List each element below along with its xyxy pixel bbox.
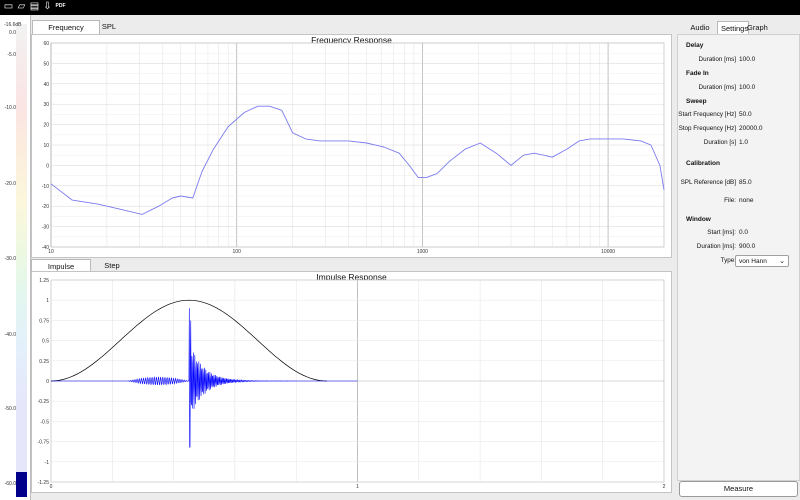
y-tick-label: 1.25 bbox=[39, 278, 49, 284]
window-start-value[interactable]: 0.0 bbox=[739, 229, 748, 236]
sweep-section-title: Sweep bbox=[686, 98, 707, 105]
start-frequency-label: Start Frequency [Hz] bbox=[678, 111, 736, 118]
impulse-response-chart: 1.2510.750.50.250-0.25-0.5-0.75-1-1.250 1… bbox=[38, 278, 666, 490]
y-tick-label: -10 bbox=[42, 184, 49, 190]
x-tick-label: 10 bbox=[48, 249, 54, 255]
y-tick-label: 0.5 bbox=[42, 339, 49, 345]
y-tick-label: 1 bbox=[46, 298, 49, 304]
delay-duration-label: Duration [ms] bbox=[698, 56, 736, 63]
meter-label: -40.0 bbox=[4, 332, 16, 338]
open-folder-icon[interactable]: ▱ bbox=[16, 1, 27, 13]
y-tick-label: -0.5 bbox=[40, 419, 49, 425]
spl-reference-value[interactable]: 85.0 bbox=[739, 179, 752, 186]
y-tick-label: -1.25 bbox=[38, 480, 50, 486]
window-type-select[interactable]: von Hann ⌄ bbox=[735, 255, 789, 267]
calibration-section-title: Calibration bbox=[686, 160, 720, 167]
meter-label: -10.0 bbox=[4, 105, 16, 111]
level-meter-fill bbox=[16, 472, 27, 497]
meter-label: -30.0 bbox=[4, 256, 16, 262]
meter-label: -50.0 bbox=[4, 406, 16, 412]
sweep-duration-value[interactable]: 1.0 bbox=[739, 139, 748, 146]
window-type-label: Type: bbox=[720, 257, 736, 264]
delay-section-title: Delay bbox=[686, 42, 704, 49]
window-duration-value[interactable]: 900.0 bbox=[739, 243, 755, 250]
window-section-title: Window bbox=[686, 216, 711, 223]
x-tick-label: 1 bbox=[356, 484, 359, 490]
y-tick-label: -0.75 bbox=[38, 440, 50, 446]
y-tick-label: 20 bbox=[43, 123, 49, 129]
tab-audio-device[interactable]: Audio Device bbox=[679, 21, 721, 46]
y-tick-label: 60 bbox=[43, 41, 49, 47]
sweep-duration-label: Duration [s] bbox=[703, 139, 736, 146]
window-type-value: von Hann bbox=[739, 258, 767, 265]
stop-frequency-value[interactable]: 20000.0 bbox=[739, 125, 763, 132]
meter-peak-label: -16.6dB bbox=[4, 22, 22, 28]
y-tick-label: -20 bbox=[42, 204, 49, 210]
toolbar: ▭ ▱ ▤ ⇩ PDF bbox=[0, 0, 800, 15]
x-tick-label: 100 bbox=[233, 249, 242, 255]
meter-label: 0.0 bbox=[9, 30, 16, 36]
y-tick-label: -0.25 bbox=[38, 399, 50, 405]
meter-label: -20.0 bbox=[4, 181, 16, 187]
save-icon[interactable]: ▤ bbox=[29, 1, 40, 13]
y-tick-label: -30 bbox=[42, 225, 49, 231]
measure-button[interactable]: Measure bbox=[679, 481, 798, 497]
tab-spl[interactable]: SPL bbox=[96, 20, 122, 34]
meter-label: -5.0 bbox=[7, 52, 16, 58]
y-tick-label: 0.25 bbox=[39, 359, 49, 365]
x-tick-label: 10000 bbox=[601, 249, 615, 255]
fadein-duration-value[interactable]: 100.0 bbox=[739, 84, 755, 91]
meter-label: -60.0 bbox=[4, 481, 16, 487]
level-meter: -16.6dB 0.0 -5.0 -10.0 -20.0 -30.0 -40.0… bbox=[0, 15, 31, 500]
tab-graph[interactable]: Graph bbox=[744, 21, 770, 35]
level-meter-gradient bbox=[16, 24, 27, 472]
y-tick-label: 50 bbox=[43, 61, 49, 67]
export-icon[interactable]: ⇩ bbox=[42, 1, 53, 13]
y-tick-label: -1 bbox=[45, 460, 50, 466]
stop-frequency-label: Stop Frequency [Hz] bbox=[678, 125, 736, 132]
frequency-response-chart: 6050403020100-10-20-30-4010 100 1000 10000 bbox=[42, 41, 665, 255]
new-document-icon[interactable]: ▭ bbox=[3, 1, 14, 13]
window-duration-label: Duration [ms]: bbox=[696, 243, 736, 250]
x-tick-label: 2 bbox=[663, 484, 666, 490]
y-tick-label: 0 bbox=[46, 163, 49, 169]
fadein-duration-label: Duration [ms] bbox=[698, 84, 736, 91]
calibration-file-value[interactable]: none bbox=[739, 197, 753, 204]
y-tick-label: 30 bbox=[43, 102, 49, 108]
spl-reference-label: SPL Reference [dB] bbox=[680, 179, 736, 186]
y-tick-label: 0 bbox=[46, 379, 49, 385]
y-tick-label: 0.75 bbox=[39, 318, 49, 324]
start-frequency-value[interactable]: 50.0 bbox=[739, 111, 752, 118]
chevron-down-icon: ⌄ bbox=[779, 258, 785, 265]
x-tick-label: 1000 bbox=[417, 249, 428, 255]
window-start-label: Start [ms]: bbox=[707, 229, 736, 236]
y-tick-label: 40 bbox=[43, 82, 49, 88]
calibration-file-label: File: bbox=[724, 197, 736, 204]
tab-frequency-response[interactable]: Frequency Response bbox=[32, 20, 100, 46]
pdf-icon[interactable]: PDF bbox=[55, 3, 66, 15]
y-tick-label: 10 bbox=[43, 143, 49, 149]
delay-duration-value[interactable]: 100.0 bbox=[739, 56, 755, 63]
fadein-section-title: Fade In bbox=[686, 70, 709, 77]
x-tick-label: 0 bbox=[50, 484, 53, 490]
